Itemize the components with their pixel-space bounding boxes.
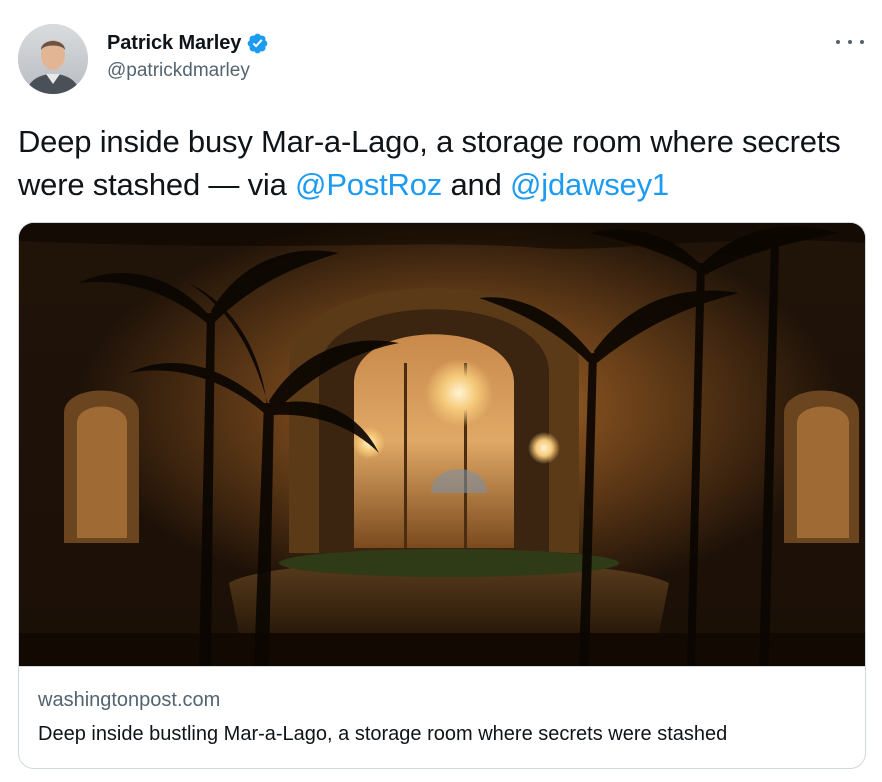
card-title[interactable]: Deep inside bustling Mar-a-Lago, a stora… (38, 723, 727, 746)
card-image[interactable] (19, 223, 865, 666)
card-domain: washingtonpost.com (38, 689, 221, 711)
tweet-text-conjunction: and (442, 167, 511, 202)
name-row: Patrick Marley (107, 30, 269, 56)
avatar[interactable] (18, 24, 88, 94)
mention-link-postroz[interactable]: @PostRoz (295, 167, 442, 202)
more-options-icon[interactable] (836, 32, 864, 52)
mar-a-lago-photo (19, 223, 865, 666)
author-info: Patrick Marley @patrickdmarley (107, 30, 269, 82)
tweet: Patrick Marley @patrickdmarley Deep insi… (0, 0, 882, 782)
handle[interactable]: @patrickdmarley (107, 60, 269, 82)
verified-badge-icon (246, 32, 269, 55)
display-name[interactable]: Patrick Marley (107, 32, 241, 55)
tweet-text: Deep inside busy Mar-a-Lago, a storage r… (18, 120, 868, 206)
link-preview-card[interactable]: washingtonpost.com Deep inside bustling … (18, 222, 866, 769)
avatar-photo (18, 24, 88, 94)
mention-link-jdawsey1[interactable]: @jdawsey1 (510, 167, 669, 202)
card-meta: washingtonpost.com Deep inside bustling … (19, 666, 865, 768)
